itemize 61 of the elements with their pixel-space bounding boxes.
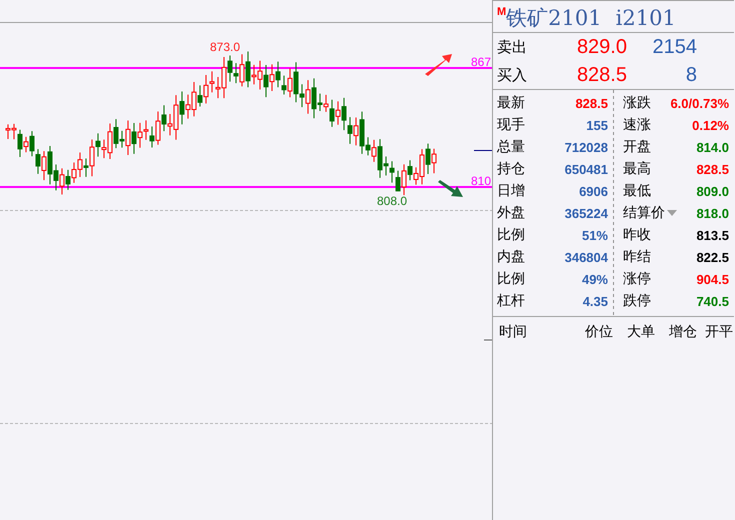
quote-volume: 8 (684, 64, 697, 86)
high-price-label: 873.0 (210, 40, 240, 54)
line-price-label: 810 (470, 174, 491, 188)
column-header: 增仓 (668, 323, 697, 341)
stat-value: 809.0 (696, 184, 729, 198)
stat-value: 828.5 (696, 162, 729, 176)
stat-label: 现手 (497, 116, 525, 134)
stat-label: 比例 (497, 270, 525, 288)
stat-value: 6906 (579, 184, 608, 198)
quote-price: 828.5 (576, 64, 627, 86)
stat-label: 昨结 (623, 248, 651, 266)
column-header: 开平 (704, 323, 733, 341)
stat-label: 昨收 (623, 226, 651, 244)
column-header: 大单 (626, 323, 655, 341)
stat-label: 外盘 (497, 204, 525, 222)
stat-value: 818.0 (696, 206, 729, 220)
quote-volume: 2154 (652, 36, 697, 58)
stat-value: 0.12% (692, 118, 729, 132)
stat-label: 结算价 (623, 204, 665, 222)
contract-code: i2101 (616, 7, 676, 29)
stat-value: 4.35 (582, 294, 608, 308)
stat-value: 346804 (564, 250, 608, 264)
stat-value: 740.5 (696, 294, 729, 308)
low-price-label: 808.0 (376, 194, 408, 208)
down-arrow-icon (438, 180, 463, 197)
stat-label: 涨跌 (623, 94, 651, 112)
stat-label: 涨停 (623, 270, 651, 288)
stat-value: 822.5 (696, 250, 729, 264)
stat-label: 开盘 (623, 138, 651, 156)
stat-value: 49% (582, 272, 608, 286)
stat-label: 持仓 (497, 160, 525, 178)
stat-label: 最新 (497, 94, 525, 112)
dropdown-caret-icon[interactable] (667, 210, 677, 216)
stat-label: 日增 (497, 182, 525, 200)
line-price-label: 867 (470, 55, 491, 69)
stat-value: 51% (582, 228, 608, 242)
stat-value: 712028 (564, 140, 608, 154)
stat-value: 904.5 (696, 272, 729, 286)
quote-label: 卖出 (497, 38, 528, 56)
stat-value: 813.5 (696, 228, 729, 242)
stat-label: 速涨 (623, 116, 651, 134)
stat-value: 650481 (564, 162, 608, 176)
up-arrow-icon (425, 54, 452, 76)
stat-label: 比例 (497, 226, 525, 244)
stat-value: 365224 (564, 206, 608, 220)
quote-label: 买入 (497, 66, 528, 84)
column-header: 时间 (499, 323, 528, 341)
stat-label: 内盘 (497, 248, 525, 266)
quote-price: 829.0 (576, 36, 627, 58)
stat-label: 最高 (623, 160, 651, 178)
market-label: M (497, 7, 506, 18)
stat-value: 814.0 (696, 140, 729, 154)
contract-name: 铁矿2101 (506, 7, 602, 29)
stat-value: 6.0/0.73% (670, 96, 729, 110)
stat-label: 杠杆 (497, 292, 525, 310)
stat-value: 155 (586, 118, 608, 132)
stat-value: 828.5 (575, 96, 608, 110)
column-header: 价位 (584, 323, 613, 341)
stat-label: 跌停 (623, 292, 651, 310)
stat-label: 最低 (623, 182, 651, 200)
stat-label: 总量 (497, 138, 525, 156)
